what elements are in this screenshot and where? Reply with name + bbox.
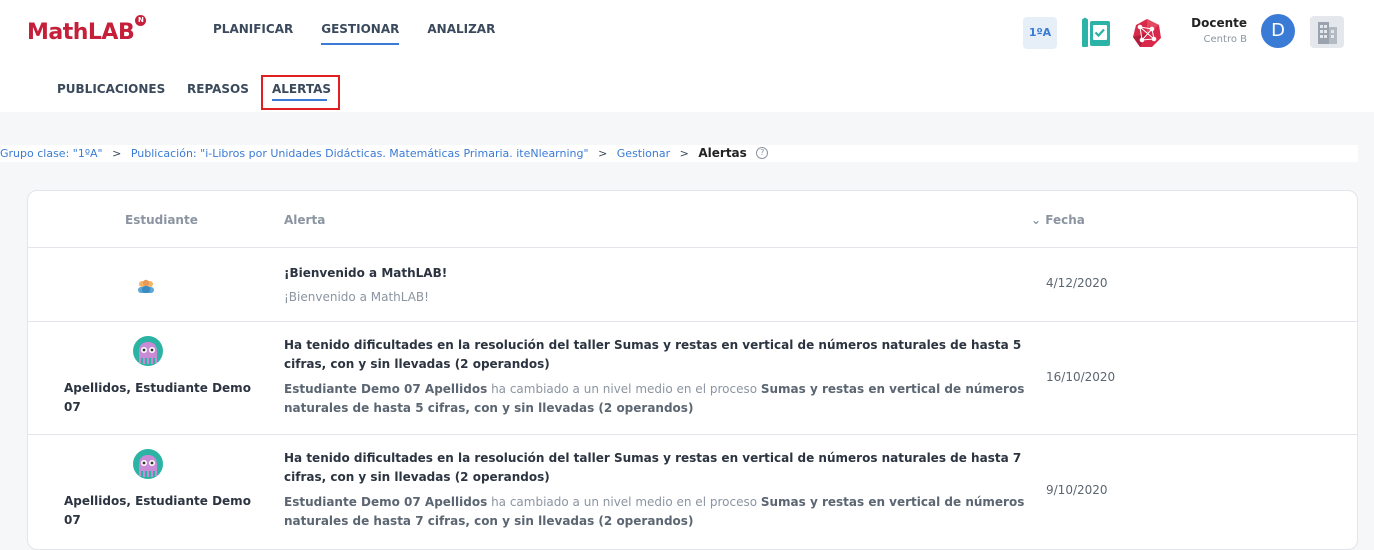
- logo-badge: N: [135, 15, 147, 26]
- breadcrumb-publication[interactable]: Publicación: "i-Libros por Unidades Didá…: [131, 145, 589, 162]
- alert-date: 16/10/2020: [1046, 370, 1116, 384]
- highlight-box: [261, 75, 340, 110]
- column-header-student[interactable]: Estudiante: [125, 213, 198, 227]
- group-selector-button[interactable]: 1ºA: [1023, 17, 1057, 49]
- avatar[interactable]: D: [1261, 14, 1295, 48]
- alert-message: Estudiante Demo 07 Apellidos ha cambiado…: [284, 380, 1029, 418]
- column-header-date-label: Fecha: [1045, 213, 1085, 227]
- network-icon[interactable]: [1130, 17, 1164, 49]
- tab-publicaciones[interactable]: PUBLICACIONES: [57, 82, 165, 96]
- alert-message-text: ha cambiado a un nivel medio en el proce…: [487, 495, 761, 509]
- alert-message: Estudiante Demo 07 Apellidos ha cambiado…: [284, 493, 1029, 531]
- app-logo[interactable]: MathLAB N: [27, 15, 147, 45]
- breadcrumb-group[interactable]: Grupo clase: "1ºA": [0, 145, 103, 162]
- breadcrumb-current: Alertas: [698, 146, 747, 160]
- alert-date: 4/12/2020: [1046, 276, 1108, 290]
- breadcrumb-manage[interactable]: Gestionar: [617, 145, 670, 162]
- nav-planificar[interactable]: PLANIFICAR: [213, 22, 293, 36]
- nav-analizar[interactable]: ANALIZAR: [427, 22, 495, 36]
- breadcrumb-separator: >: [679, 147, 689, 160]
- column-header-date[interactable]: ⌄ Fecha: [1031, 213, 1085, 227]
- user-center: Centro B: [1203, 34, 1247, 45]
- table-row[interactable]: Apellidos, Estudiante Demo 07 Ha tenido …: [28, 435, 1357, 547]
- alert-message: ¡Bienvenido a MathLAB!: [284, 290, 429, 304]
- top-bar: MathLAB N PLANIFICAR GESTIONAR ANALIZAR …: [0, 0, 1374, 66]
- alerts-table: Estudiante Alerta ⌄ Fecha ¡Bienvenido a …: [27, 190, 1358, 550]
- student-name[interactable]: Apellidos, Estudiante Demo 07: [64, 492, 264, 530]
- student-name[interactable]: Apellidos, Estudiante Demo 07: [64, 379, 264, 417]
- table-row[interactable]: Apellidos, Estudiante Demo 07 Ha tenido …: [28, 322, 1357, 434]
- building-icon[interactable]: [1310, 16, 1344, 48]
- group-icon: [137, 278, 155, 297]
- logo-text: MathLAB: [27, 20, 135, 45]
- student-avatar: [133, 449, 163, 479]
- breadcrumb-separator: >: [598, 147, 608, 160]
- column-header-alert[interactable]: Alerta: [284, 213, 325, 227]
- book-check-icon[interactable]: [1079, 16, 1115, 50]
- tab-repasos[interactable]: REPASOS: [187, 82, 249, 96]
- alert-message-student: Estudiante Demo 07 Apellidos: [284, 382, 488, 396]
- user-name: Docente: [1191, 16, 1247, 30]
- alert-message-student: Estudiante Demo 07 Apellidos: [284, 495, 488, 509]
- table-row[interactable]: ¡Bienvenido a MathLAB! ¡Bienvenido a Mat…: [28, 248, 1357, 321]
- alert-title: Ha tenido dificultades en la resolución …: [284, 451, 1022, 484]
- nav-gestionar[interactable]: GESTIONAR: [321, 22, 400, 45]
- alert-title: ¡Bienvenido a MathLAB!: [284, 266, 448, 280]
- help-icon[interactable]: ?: [756, 147, 769, 159]
- alert-message-text: ha cambiado a un nivel medio en el proce…: [487, 382, 761, 396]
- sort-chevron-icon: ⌄: [1031, 213, 1042, 227]
- alert-date: 9/10/2020: [1046, 483, 1108, 497]
- alert-title: Ha tenido dificultades en la resolución …: [284, 338, 1022, 371]
- breadcrumb: Grupo clase: "1ºA" > Publicación: "i-Lib…: [0, 145, 1358, 162]
- student-avatar: [133, 336, 163, 366]
- sub-nav: PUBLICACIONES REPASOS ALERTAS: [0, 66, 1374, 112]
- main-nav: PLANIFICAR GESTIONAR ANALIZAR: [213, 22, 495, 45]
- breadcrumb-separator: >: [112, 147, 122, 160]
